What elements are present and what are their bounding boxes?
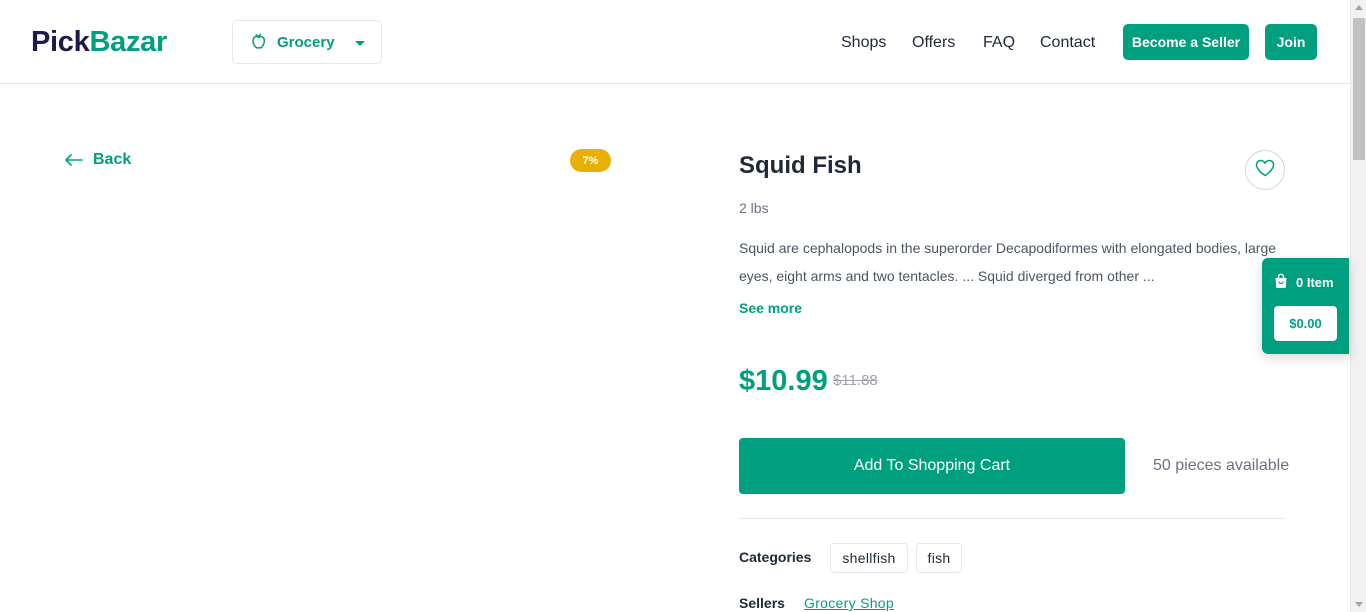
group-selector-label: Grocery — [277, 33, 335, 51]
cart-total: $0.00 — [1274, 306, 1337, 341]
back-button[interactable]: Back — [65, 151, 131, 169]
product-unit: 2 lbs — [739, 200, 769, 216]
category-tag-shellfish[interactable]: shellfish — [830, 543, 908, 573]
nav-contact[interactable]: Contact — [1040, 33, 1095, 53]
site-header: PickBazar Grocery Shops Offers FAQ Conta… — [0, 0, 1350, 84]
see-more-link[interactable]: See more — [739, 300, 802, 316]
back-label: Back — [93, 151, 132, 168]
chevron-down-icon — [355, 41, 365, 46]
apple-icon — [249, 32, 269, 52]
scroll-down-icon[interactable] — [1355, 602, 1363, 607]
floating-cart-button[interactable]: 0 Item $0.00 — [1262, 258, 1349, 354]
sellers-label: Sellers — [739, 595, 785, 611]
cart-count: 0 Item — [1274, 273, 1334, 292]
join-button[interactable]: Join — [1265, 24, 1317, 60]
nav-faq[interactable]: FAQ — [983, 33, 1015, 53]
discount-badge: 7% — [570, 149, 611, 172]
product-original-price: $11.88 — [833, 372, 878, 389]
seller-link[interactable]: Grocery Shop — [804, 595, 894, 611]
category-tag-fish[interactable]: fish — [916, 543, 962, 573]
categories-label: Categories — [739, 549, 812, 565]
wishlist-button[interactable] — [1245, 150, 1285, 190]
product-title: Squid Fish — [739, 152, 862, 179]
group-selector-dropdown[interactable]: Grocery — [232, 20, 382, 64]
logo-text-pick: Pick — [31, 26, 90, 58]
add-to-cart-button[interactable]: Add To Shopping Cart — [739, 438, 1125, 494]
page-scrollbar[interactable] — [1350, 0, 1366, 612]
site-logo[interactable]: PickBazar — [31, 26, 167, 58]
nav-offers[interactable]: Offers — [912, 33, 955, 53]
divider — [739, 518, 1285, 519]
scrollbar-thumb[interactable] — [1353, 18, 1365, 160]
become-seller-button[interactable]: Become a Seller — [1123, 24, 1249, 60]
arrow-left-icon — [65, 151, 83, 169]
shopping-bag-icon — [1274, 273, 1288, 292]
logo-text-bazar: Bazar — [89, 26, 167, 58]
stock-availability: 50 pieces available — [1153, 457, 1290, 474]
product-description: Squid are cephalopods in the superorder … — [739, 240, 1277, 284]
scroll-up-icon[interactable] — [1355, 5, 1363, 10]
product-price: $10.99 — [739, 365, 828, 397]
heart-icon — [1255, 159, 1275, 182]
cart-item-count: 0 Item — [1296, 275, 1334, 290]
nav-shops[interactable]: Shops — [841, 33, 886, 53]
